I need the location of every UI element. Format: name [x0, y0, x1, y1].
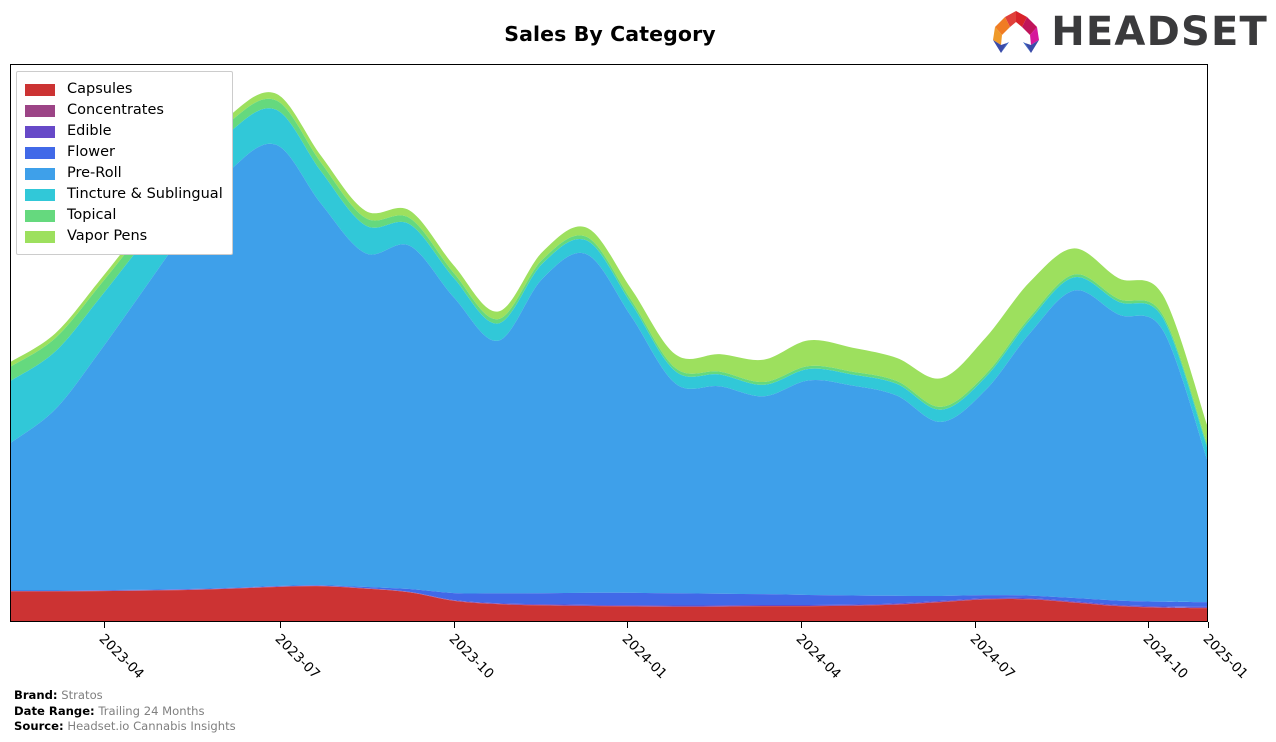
- legend-item-label: Edible: [67, 123, 112, 140]
- footer-label: Date Range:: [14, 703, 95, 718]
- legend-color-swatch: [25, 167, 55, 180]
- x-axis-tick: [1148, 622, 1150, 628]
- chart-footer: Brand: Stratos Date Range: Trailing 24 Mo…: [14, 688, 236, 735]
- legend-item[interactable]: Vapor Pens: [25, 226, 223, 247]
- footer-value: Trailing 24 Months: [94, 703, 205, 718]
- legend-color-swatch: [25, 83, 55, 96]
- legend-color-swatch: [25, 230, 55, 243]
- x-axis-tick: [1208, 622, 1209, 628]
- chart-header: Sales By Category HEADSET: [0, 0, 1276, 64]
- legend-item-label: Concentrates: [67, 102, 164, 119]
- x-axis-tick-label: 2023-10: [445, 631, 497, 683]
- legend-item[interactable]: Concentrates: [25, 100, 223, 121]
- x-axis-tick: [453, 622, 455, 628]
- x-axis-tick: [279, 622, 281, 628]
- footer-value: Stratos: [57, 688, 103, 702]
- x-axis-tick-label: 2025-01: [1199, 631, 1251, 683]
- legend-item-label: Tincture & Sublingual: [67, 186, 223, 203]
- x-axis-tick: [627, 622, 629, 628]
- footer-row: Brand: Stratos: [14, 688, 236, 704]
- x-axis-tick-label: 2024-01: [619, 631, 671, 683]
- x-axis-tick: [974, 622, 976, 628]
- footer-row: Date Range: Trailing 24 Months: [14, 704, 236, 720]
- legend-color-swatch: [25, 188, 55, 201]
- legend-color-swatch: [25, 146, 55, 159]
- x-axis-tick-label: 2023-07: [271, 631, 323, 683]
- x-axis-tick-label: 2024-07: [966, 631, 1018, 683]
- legend-item[interactable]: Edible: [25, 121, 223, 142]
- legend-item[interactable]: Tincture & Sublingual: [25, 184, 223, 205]
- headset-logo-mark: [993, 11, 1040, 53]
- x-axis-tick-label: 2024-10: [1140, 631, 1192, 683]
- x-axis-tick-label: 2024-04: [792, 631, 844, 683]
- legend-color-swatch: [25, 209, 55, 222]
- headset-logo: HEADSET: [989, 8, 1268, 56]
- x-axis-tick-label: 2023-04: [95, 631, 148, 683]
- legend-item[interactable]: Flower: [25, 142, 223, 163]
- headset-wordmark: HEADSET: [1051, 9, 1268, 55]
- x-axis-tick: [104, 622, 106, 628]
- legend-item-label: Flower: [67, 144, 115, 161]
- legend-item-label: Vapor Pens: [67, 228, 148, 245]
- footer-label: Brand:: [14, 688, 58, 702]
- legend-color-swatch: [25, 104, 55, 117]
- footer-label: Source:: [14, 719, 64, 734]
- legend-item-label: Capsules: [67, 81, 133, 98]
- x-axis-tick: [801, 622, 803, 628]
- legend-item[interactable]: Capsules: [25, 79, 223, 100]
- chart-legend: Capsules Concentrates Edible Flower Pre-Roll…: [16, 71, 233, 255]
- legend-item-label: Topical: [67, 207, 117, 224]
- legend-color-swatch: [25, 125, 55, 138]
- footer-value: Headset.io Cannabis Insights: [63, 719, 236, 734]
- x-axis: 2023-04 2023-07 2023-10 2024-01 2024-04 2024-…: [10, 622, 1251, 684]
- legend-item[interactable]: Topical: [25, 205, 223, 226]
- footer-row: Source: Headset.io Cannabis Insights: [14, 719, 236, 735]
- legend-item[interactable]: Pre-Roll: [25, 163, 223, 184]
- legend-item-label: Pre-Roll: [67, 165, 122, 182]
